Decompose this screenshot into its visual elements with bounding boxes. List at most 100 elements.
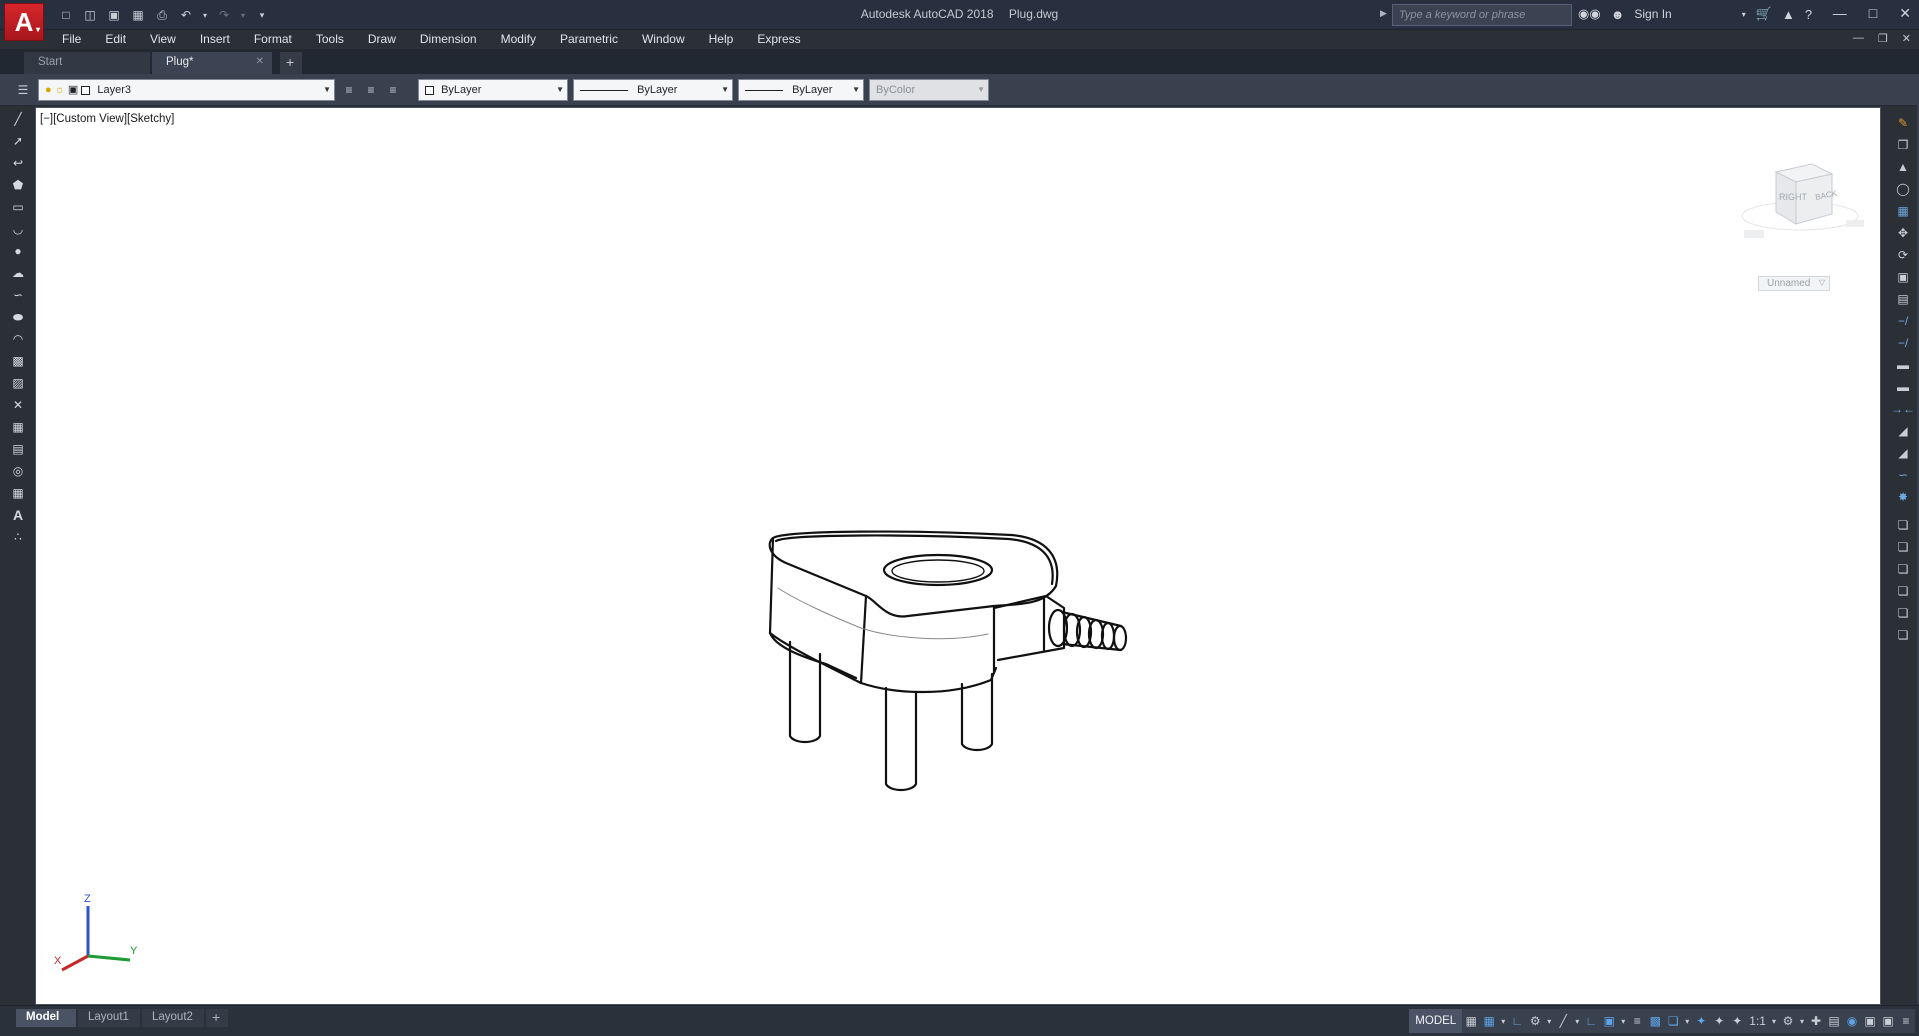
tab-model[interactable]: Model: [16, 1009, 76, 1027]
menu-file[interactable]: File: [50, 30, 93, 48]
point-icon[interactable]: ✕: [7, 394, 29, 416]
menu-modify[interactable]: Modify: [489, 30, 548, 48]
application-menu-button[interactable]: A ▾: [4, 3, 44, 41]
stretch-icon[interactable]: ▤: [1889, 288, 1917, 310]
annotation-scale-value[interactable]: 1:1: [1746, 1009, 1769, 1033]
selection-cycling-icon[interactable]: ❏: [1664, 1009, 1682, 1033]
customize-icon[interactable]: ▾: [252, 5, 272, 25]
blend-curves-icon[interactable]: ∽: [1889, 464, 1917, 486]
cart-icon[interactable]: 🛒: [1756, 6, 1772, 22]
mirror-icon[interactable]: ▲: [1889, 156, 1917, 178]
menu-edit[interactable]: Edit: [93, 30, 138, 48]
lineweight-icon[interactable]: ≡: [1628, 1009, 1646, 1033]
a360-icon[interactable]: ▲: [1782, 7, 1795, 22]
arc-icon[interactable]: ◡: [7, 218, 29, 240]
menu-express[interactable]: Express: [745, 30, 812, 48]
viewcube[interactable]: RIGHT BACK: [1738, 154, 1868, 254]
spline-icon[interactable]: ∽: [7, 284, 29, 306]
binoculars-icon[interactable]: ◉◉: [1578, 6, 1601, 22]
explode-icon[interactable]: ✸: [1889, 486, 1917, 508]
break-icon[interactable]: ▬: [1889, 376, 1917, 398]
ucs-menu[interactable]: Unnamed ▽: [1758, 276, 1830, 291]
menu-format[interactable]: Format: [242, 30, 304, 48]
region-icon[interactable]: ◎: [7, 460, 29, 482]
tab-plug[interactable]: Plug* ✕: [152, 52, 272, 74]
polyline-icon[interactable]: ↩: [7, 152, 29, 174]
annotation-monitor-icon[interactable]: ✚: [1807, 1009, 1825, 1033]
extend-icon[interactable]: −/: [1889, 332, 1917, 354]
sign-in-link[interactable]: Sign In: [1634, 7, 1671, 21]
layer-match-icon[interactable]: ≡: [362, 81, 380, 99]
draw-order-back-icon[interactable]: ❏: [1889, 536, 1917, 558]
workspace-dropdown-icon[interactable]: ▾: [1797, 1009, 1807, 1033]
layer-previous-icon[interactable]: ≡: [384, 81, 402, 99]
units-icon[interactable]: ▤: [1825, 1009, 1843, 1033]
viewcube-compass-e[interactable]: [1846, 220, 1864, 227]
break-at-point-icon[interactable]: ▬: [1889, 354, 1917, 376]
join-icon[interactable]: →←: [1889, 398, 1917, 420]
menu-insert[interactable]: Insert: [188, 30, 242, 48]
annotation-scale-icon[interactable]: ✦: [1728, 1009, 1746, 1033]
snap-dropdown-icon[interactable]: ▾: [1498, 1009, 1508, 1033]
insert-block-icon[interactable]: ▩: [7, 350, 29, 372]
erase-icon[interactable]: ✎: [1889, 112, 1917, 134]
help-icon[interactable]: ?: [1805, 7, 1812, 22]
selection-dropdown-icon[interactable]: ▾: [1682, 1009, 1692, 1033]
menu-draw[interactable]: Draw: [356, 30, 408, 48]
revcloud-icon[interactable]: ☁: [7, 262, 29, 284]
close-icon[interactable]: ✕: [1899, 5, 1911, 22]
object-snap-icon[interactable]: ▣: [1600, 1009, 1618, 1033]
polar-tracking-icon[interactable]: ⚙: [1526, 1009, 1544, 1033]
scale-dropdown-icon[interactable]: ▾: [1769, 1009, 1779, 1033]
tab-start[interactable]: Start: [24, 52, 150, 74]
layer-combo[interactable]: ● ☼ ▣ Layer3 ▼: [38, 79, 335, 101]
tab-close-icon[interactable]: ✕: [256, 56, 264, 67]
construction-line-icon[interactable]: ➚: [7, 130, 29, 152]
gradient-icon[interactable]: ▤: [7, 438, 29, 460]
trim-icon[interactable]: −/: [1889, 310, 1917, 332]
object-snap-tracking-icon[interactable]: ∟: [1582, 1009, 1600, 1033]
rotate-icon[interactable]: ⟳: [1889, 244, 1917, 266]
add-selected-icon[interactable]: ∴: [7, 526, 29, 548]
isometric-drafting-icon[interactable]: ╱: [1554, 1009, 1572, 1033]
redo-icon[interactable]: ↷: [214, 5, 234, 25]
search-input[interactable]: Type a keyword or phrase: [1392, 4, 1572, 26]
grid-icon[interactable]: ▦: [1462, 1009, 1480, 1033]
doc-close-icon[interactable]: ✕: [1902, 32, 1911, 45]
auto-scale-icon[interactable]: ✦: [1710, 1009, 1728, 1033]
menu-dimension[interactable]: Dimension: [408, 30, 489, 48]
plug-3d-model[interactable]: [726, 508, 1206, 818]
transparency-icon[interactable]: ▩: [1646, 1009, 1664, 1033]
fillet-icon[interactable]: ◢: [1889, 442, 1917, 464]
save-icon[interactable]: ▣: [104, 5, 124, 25]
model-space-button[interactable]: MODEL: [1409, 1009, 1463, 1033]
annotation-visibility-icon[interactable]: ✦: [1692, 1009, 1710, 1033]
snap-mode-icon[interactable]: ▦: [1480, 1009, 1498, 1033]
layer-properties-icon[interactable]: ☰: [14, 81, 32, 99]
menu-tools[interactable]: Tools: [304, 30, 356, 48]
ellipse-arc-icon[interactable]: ◠: [7, 328, 29, 350]
tab-layout2[interactable]: Layout2: [142, 1009, 204, 1027]
viewport-menu[interactable]: [−]: [40, 113, 53, 125]
new-icon[interactable]: □: [56, 5, 76, 25]
hatch-to-back-icon[interactable]: ❏: [1889, 624, 1917, 646]
hardware-acceleration-icon[interactable]: ▣: [1861, 1009, 1879, 1033]
circle-icon[interactable]: ●: [7, 240, 29, 262]
array-icon[interactable]: ▦: [1889, 200, 1917, 222]
tab-layout1[interactable]: Layout1: [78, 1009, 140, 1027]
hatch-icon[interactable]: ▦: [7, 416, 29, 438]
new-layout-button[interactable]: +: [206, 1009, 228, 1027]
move-icon[interactable]: ✥: [1889, 222, 1917, 244]
bring-above-icon[interactable]: ❏: [1889, 558, 1917, 580]
lineweight-combo[interactable]: ByLayer ▼: [738, 79, 864, 101]
text-to-front-icon[interactable]: ❏: [1889, 602, 1917, 624]
doc-restore-icon[interactable]: ❐: [1878, 32, 1888, 45]
chamfer-icon[interactable]: ◢: [1889, 420, 1917, 442]
drawing-canvas[interactable]: [−][Custom View][Sketchy] RIGHT BACK Unn…: [35, 107, 1881, 1005]
offset-icon[interactable]: ◯: [1889, 178, 1917, 200]
saveas-icon[interactable]: ▦: [128, 5, 148, 25]
viewcube-compass-s[interactable]: [1744, 230, 1764, 238]
menu-parametric[interactable]: Parametric: [548, 30, 630, 48]
view-menu[interactable]: [Custom View]: [53, 113, 127, 125]
undo-icon[interactable]: ↶: [176, 5, 196, 25]
